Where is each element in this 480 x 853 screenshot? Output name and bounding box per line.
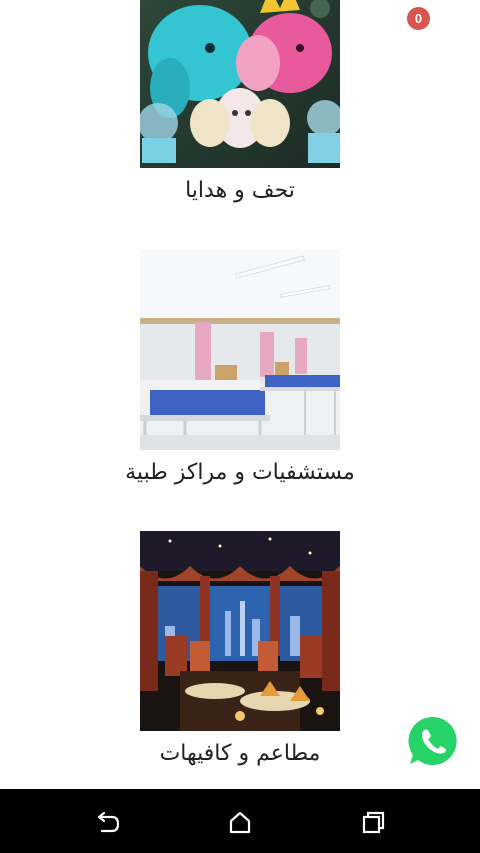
cart-count-badge[interactable]: 0 [407,7,430,30]
category-image-restaurants[interactable] [140,531,340,731]
category-image-hospitals[interactable] [140,250,340,450]
system-navigation-bar [0,789,480,853]
category-label: تحف و هدايا [185,178,295,203]
category-image-gifts[interactable] [140,0,340,168]
recent-apps-icon[interactable] [358,807,388,837]
whatsapp-button[interactable] [404,712,462,770]
home-icon[interactable] [225,807,255,837]
whatsapp-icon [406,714,460,768]
back-icon[interactable] [92,807,122,837]
category-label: مستشفيات و مراكز طبية [125,460,355,485]
